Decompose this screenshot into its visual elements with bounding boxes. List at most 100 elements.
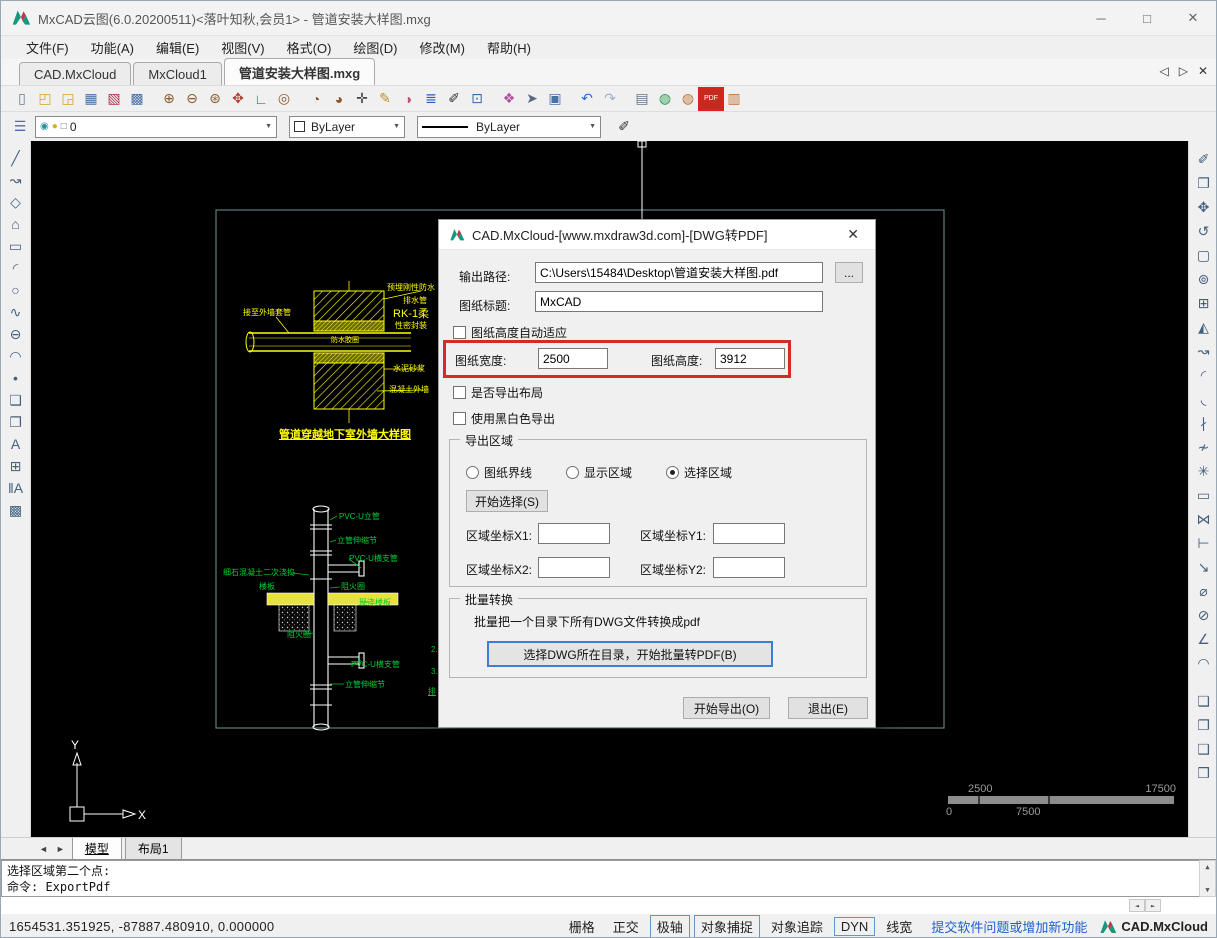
modify-tool-icon[interactable]: ⋈ bbox=[1192, 507, 1216, 531]
scroll-left-icon[interactable]: ◄ bbox=[1129, 899, 1145, 912]
menu-item[interactable]: 文件(F) bbox=[15, 36, 80, 59]
modify-tool-icon[interactable]: ◭ bbox=[1192, 315, 1216, 339]
toolbar-icon[interactable]: ◑ bbox=[397, 89, 419, 109]
toolbar-icon[interactable]: ▧ bbox=[103, 89, 125, 109]
modify-tool-icon[interactable]: ❏ bbox=[1192, 689, 1216, 713]
maximize-button[interactable]: □ bbox=[1124, 1, 1170, 35]
match-properties-icon[interactable]: ✐ bbox=[613, 117, 635, 137]
toolbar-icon[interactable]: ✐ bbox=[443, 89, 465, 109]
toolbar-icon[interactable]: ◍ bbox=[677, 89, 699, 109]
layer-dropdown[interactable]: ◉ ● □ 0 ▼ bbox=[35, 116, 277, 138]
status-toggle[interactable]: DYN bbox=[834, 917, 875, 936]
modify-tool-icon[interactable]: ❐ bbox=[1192, 713, 1216, 737]
draw-tool-icon[interactable]: ◠ bbox=[4, 345, 28, 367]
toolbar-icon[interactable]: ◕ bbox=[328, 89, 350, 109]
toolbar-icon[interactable]: ⊡ bbox=[466, 89, 488, 109]
batch-convert-button[interactable]: 选择DWG所在目录，开始批量转PDF(B) bbox=[487, 641, 773, 667]
layers-icon[interactable]: ☰ bbox=[9, 117, 31, 137]
scroll-up-icon[interactable]: ▲ bbox=[1205, 863, 1209, 871]
modify-tool-icon[interactable]: ❒ bbox=[1192, 761, 1216, 785]
dialog-title-bar[interactable]: CAD.MxCloud-[www.mxdraw3d.com]-[DWG转PDF]… bbox=[439, 220, 875, 250]
modify-tool-icon[interactable]: ✥ bbox=[1192, 195, 1216, 219]
black-white-checkbox[interactable] bbox=[453, 412, 466, 425]
toolbar-icon[interactable]: ▯ bbox=[11, 89, 33, 109]
modify-tool-icon[interactable]: ◟ bbox=[1192, 387, 1216, 411]
command-input[interactable] bbox=[1, 897, 1217, 914]
command-hscrollbar[interactable]: ◄ ► bbox=[1129, 899, 1161, 912]
toolbar-icon[interactable]: ⊖ bbox=[181, 89, 203, 109]
toolbar-icon[interactable]: ✛ bbox=[351, 89, 373, 109]
tab-mxcloud1[interactable]: MxCloud1 bbox=[133, 62, 222, 85]
status-toggle[interactable]: 对象捕捉 bbox=[694, 915, 760, 938]
region-y2-input[interactable] bbox=[713, 557, 785, 578]
modify-tool-icon[interactable]: ✐ bbox=[1192, 147, 1216, 171]
modify-tool-icon[interactable]: ❐ bbox=[1192, 171, 1216, 195]
modify-tool-icon[interactable]: ⊞ bbox=[1192, 291, 1216, 315]
tab-drawing-file[interactable]: 管道安装大样图.mxg bbox=[224, 58, 375, 85]
draw-tool-icon[interactable]: ‖A bbox=[4, 477, 28, 499]
toolbar-icon[interactable]: ❖ bbox=[498, 89, 520, 109]
toolbar-icon[interactable]: ➤ bbox=[521, 89, 543, 109]
modify-tool-icon[interactable]: ∠ bbox=[1192, 627, 1216, 651]
menu-item[interactable]: 修改(M) bbox=[408, 36, 476, 59]
scroll-right-icon[interactable]: ► bbox=[1145, 899, 1161, 912]
status-toggle[interactable]: 极轴 bbox=[650, 915, 690, 938]
minimize-button[interactable]: ─ bbox=[1078, 1, 1124, 35]
modify-tool-icon[interactable]: ↝ bbox=[1192, 339, 1216, 363]
toolbar-icon[interactable]: ⊕ bbox=[158, 89, 180, 109]
toolbar-icon[interactable]: ▤ bbox=[631, 89, 653, 109]
close-button[interactable]: ✕ bbox=[1170, 1, 1216, 35]
model-tab-next-icon[interactable]: ► bbox=[52, 844, 69, 854]
status-toggle[interactable]: 正交 bbox=[606, 915, 646, 938]
modify-tool-icon[interactable]: ↺ bbox=[1192, 219, 1216, 243]
menu-item[interactable]: 绘图(D) bbox=[342, 36, 408, 59]
draw-tool-icon[interactable]: ╱ bbox=[4, 147, 28, 169]
draw-tool-icon[interactable]: ↝ bbox=[4, 169, 28, 191]
status-toggle[interactable]: 线宽 bbox=[879, 915, 919, 938]
region-x1-input[interactable] bbox=[538, 523, 610, 544]
paper-height-input[interactable] bbox=[715, 348, 785, 369]
toolbar-icon[interactable]: ◎ bbox=[273, 89, 295, 109]
menu-item[interactable]: 功能(A) bbox=[80, 36, 145, 59]
toolbar-icon[interactable]: ∟ bbox=[250, 89, 272, 109]
status-toggle[interactable]: 栅格 bbox=[562, 915, 602, 938]
toolbar-icon[interactable]: ◍ bbox=[654, 89, 676, 109]
linetype-dropdown[interactable]: ByLayer ▼ bbox=[417, 116, 601, 138]
modify-tool-icon[interactable]: ▢ bbox=[1192, 243, 1216, 267]
modify-tool-icon[interactable]: ≁ bbox=[1192, 435, 1216, 459]
modify-tool-icon[interactable]: ✳ bbox=[1192, 459, 1216, 483]
draw-tool-icon[interactable]: ▭ bbox=[4, 235, 28, 257]
toolbar-icon[interactable]: ✥ bbox=[227, 89, 249, 109]
tab-prev-icon[interactable]: ◁ bbox=[1159, 64, 1168, 78]
draw-tool-icon[interactable]: ◇ bbox=[4, 191, 28, 213]
region-y1-input[interactable] bbox=[713, 523, 785, 544]
toolbar-icon[interactable]: ◲ bbox=[57, 89, 79, 109]
toolbar-icon[interactable]: ◔ bbox=[305, 89, 327, 109]
export-layout-checkbox[interactable] bbox=[453, 386, 466, 399]
feedback-link[interactable]: 提交软件问题或增加新功能 bbox=[931, 917, 1087, 936]
draw-tool-icon[interactable]: A bbox=[4, 433, 28, 455]
toolbar-icon[interactable]: ↶ bbox=[576, 89, 598, 109]
tab-close-icon[interactable]: ✕ bbox=[1198, 64, 1208, 78]
modify-tool-icon[interactable]: ⊘ bbox=[1192, 603, 1216, 627]
scroll-down-icon[interactable]: ▼ bbox=[1205, 886, 1209, 894]
draw-tool-icon[interactable]: ◜ bbox=[4, 257, 28, 279]
modify-tool-icon[interactable]: ◜ bbox=[1192, 363, 1216, 387]
tab-cad-mxcloud[interactable]: CAD.MxCloud bbox=[19, 62, 131, 85]
tab-model[interactable]: 模型 bbox=[72, 838, 122, 860]
modify-tool-icon[interactable]: ⌀ bbox=[1192, 579, 1216, 603]
dialog-close-icon[interactable]: ✕ bbox=[841, 224, 865, 245]
radio-paper-border[interactable]: 图纸界线 bbox=[466, 464, 532, 481]
menu-item[interactable]: 格式(O) bbox=[276, 36, 343, 59]
toolbar-icon[interactable]: ≣ bbox=[420, 89, 442, 109]
toolbar-icon[interactable]: ▦ bbox=[80, 89, 102, 109]
output-path-input[interactable] bbox=[535, 262, 823, 283]
modify-tool-icon[interactable]: ↘ bbox=[1192, 555, 1216, 579]
draw-tool-icon[interactable]: ⌂ bbox=[4, 213, 28, 235]
toolbar-icon[interactable]: ▥ bbox=[723, 89, 745, 109]
model-tab-prev-icon[interactable]: ◄ bbox=[35, 844, 52, 854]
menu-item[interactable]: 编辑(E) bbox=[145, 36, 210, 59]
command-scrollbar[interactable]: ▲ ▼ bbox=[1199, 860, 1216, 897]
toolbar-icon[interactable]: ↷ bbox=[599, 89, 621, 109]
modify-tool-icon[interactable]: ❑ bbox=[1192, 737, 1216, 761]
